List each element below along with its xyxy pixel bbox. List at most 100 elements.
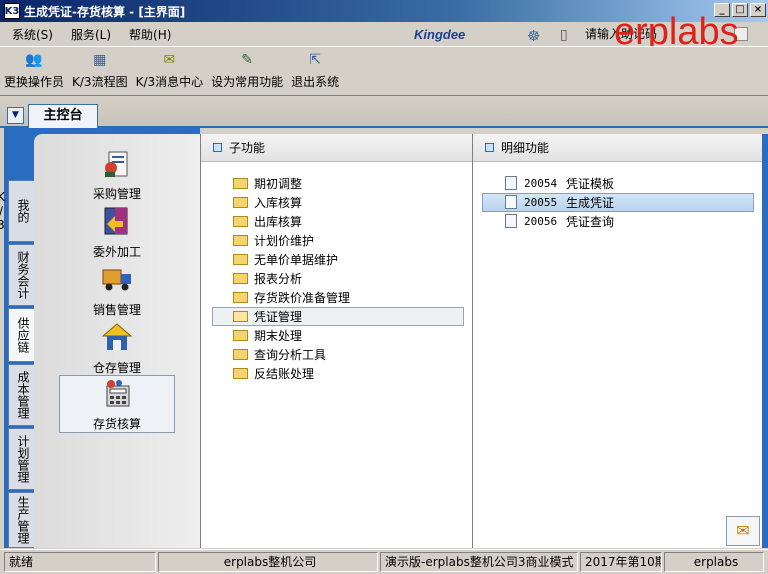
folder-query-tools[interactable]: 查询分析工具 [233,345,326,363]
folder-label: 出库核算 [254,214,303,229]
users-icon: 👥 [25,52,43,68]
module-label: 存货核算 [92,417,141,431]
folder-icon [233,367,248,379]
menu-help[interactable]: 帮助(H) [117,26,177,43]
folder-label: 凭证管理 [254,309,303,324]
module-purchase[interactable]: 采购管理 [59,146,175,204]
folder-label: 计划价维护 [254,233,315,248]
flowchart-label: K/3流程图 [72,75,128,89]
menu-service[interactable]: 服务(L) [59,26,117,43]
purchase-icon [105,151,128,177]
folder-opening-adjustment[interactable]: 期初调整 [233,174,302,192]
detail-item-voucher-query[interactable]: 20056 凭证查询 [505,212,614,230]
folder-planned-price[interactable]: 计划价维护 [233,231,314,249]
status-ready: 就绪 [4,552,156,572]
sub-function-header: 子功能 [201,134,472,162]
message-center-button[interactable]: ✉ K/3消息中心 [132,47,208,95]
vtab-cost[interactable]: 成本管理 [8,364,34,426]
folder-outbound-accounting[interactable]: 出库核算 [233,212,302,230]
app-icon: K3 [4,3,20,19]
brand-logo: Kingdee [414,27,466,42]
module-outsourcing[interactable]: 委外加工 [59,204,175,262]
module-sales[interactable]: 销售管理 [59,262,175,320]
folder-icon [233,177,248,189]
folder-label: 查询分析工具 [254,347,327,362]
folder-icon [233,348,248,360]
document-icon [505,176,517,190]
status-user: erplabs [664,552,764,572]
folder-report-analysis[interactable]: 报表分析 [233,269,302,287]
module-inventory-accounting[interactable]: 存货核算 [59,375,175,433]
mail-icon[interactable]: ✉ [726,516,760,546]
folder-icon [233,291,248,303]
folder-label: 无单价单据维护 [254,252,339,267]
person-icon[interactable]: ☸ [527,27,540,45]
set-favorite-label: 设为常用功能 [211,75,284,89]
phone-icon[interactable]: ▯ [560,27,568,43]
vtab-production[interactable]: 生产管理 [8,492,34,548]
detail-name: 生成凭证 [566,195,615,210]
folder-label: 存货跌价准备管理 [254,290,351,305]
detail-name: 凭证模板 [566,176,615,191]
close-button[interactable]: × [750,3,766,17]
tab-main-console[interactable]: 主控台 [28,104,98,128]
status-edition: 演示版-erplabs整机公司3商业模式 [380,552,578,572]
vtab-planning[interactable]: 计划管理 [8,428,34,490]
menu-system[interactable]: 系统(S) [0,26,59,43]
toolbar: 👥 更换操作员 ▦ K/3流程图 ✉ K/3消息中心 ✎ 设为常用功能 ⇱ 退出… [0,46,768,96]
detail-function-title: 明细功能 [501,141,550,155]
vtab-supply-chain[interactable]: 供应链 [8,308,34,362]
module-label: 仓存管理 [92,361,141,375]
folder-impairment-reserve[interactable]: 存货跌价准备管理 [233,288,350,306]
detail-code: 20054 [524,176,558,190]
folder-voucher-management[interactable]: 凭证管理 [233,307,302,325]
header-square-icon [485,143,494,152]
module-warehouse[interactable]: 仓存管理 [59,320,175,378]
module-label: 销售管理 [92,303,141,317]
detail-item-voucher-template[interactable]: 20054 凭证模板 [505,174,614,192]
message-center-label: K/3消息中心 [135,75,204,89]
exit-system-label: 退出系统 [291,75,340,89]
document-icon [505,195,517,209]
warehouse-icon [101,323,133,350]
detail-item-generate-voucher[interactable]: 20055 生成凭证 [505,193,614,211]
detail-name: 凭证查询 [566,214,615,229]
right-edge-strip [762,134,768,548]
folder-reverse-closing[interactable]: 反结账处理 [233,364,314,382]
detail-code: 20056 [524,214,558,228]
tab-strip [0,96,768,128]
vtab-finance[interactable]: 财务会计 [8,244,34,306]
open-folder-icon [233,310,248,322]
folder-icon [233,215,248,227]
change-operator-button[interactable]: 👥 更换操作员 [0,47,68,95]
folder-icon [233,234,248,246]
tab-dropdown-icon[interactable]: ▼ [7,107,24,124]
module-label: 委外加工 [92,245,141,259]
folder-label: 期初调整 [254,176,303,191]
message-icon: ✉ [163,52,176,68]
folder-label: 期末处理 [254,328,303,343]
folder-period-end[interactable]: 期末处理 [233,326,302,344]
exit-system-button[interactable]: ⇱ 退出系统 [287,47,343,95]
vtab-my-k3[interactable]: 我的K/3 [0,180,34,242]
module-label: 采购管理 [92,187,141,201]
exit-icon: ⇱ [309,52,322,68]
detail-code: 20055 [524,195,558,209]
truck-icon [102,269,131,291]
folder-no-price-docs[interactable]: 无单价单据维护 [233,250,338,268]
detail-function-header: 明细功能 [473,134,762,162]
header-square-icon [213,143,222,152]
favorite-icon: ✎ [241,52,253,68]
folder-icon [233,196,248,208]
folder-icon [233,272,248,284]
folder-inbound-accounting[interactable]: 入库核算 [233,193,302,211]
calculator-icon [106,380,130,407]
flowchart-button[interactable]: ▦ K/3流程图 [68,47,132,95]
document-icon [505,214,517,228]
folder-label: 报表分析 [254,271,303,286]
status-company: erplabs整机公司 [158,552,378,572]
change-operator-label: 更换操作员 [4,75,65,89]
folder-label: 入库核算 [254,195,303,210]
status-bar: 就绪 erplabs整机公司 演示版-erplabs整机公司3商业模式 2017… [0,549,768,574]
set-favorite-button[interactable]: ✎ 设为常用功能 [207,47,287,95]
